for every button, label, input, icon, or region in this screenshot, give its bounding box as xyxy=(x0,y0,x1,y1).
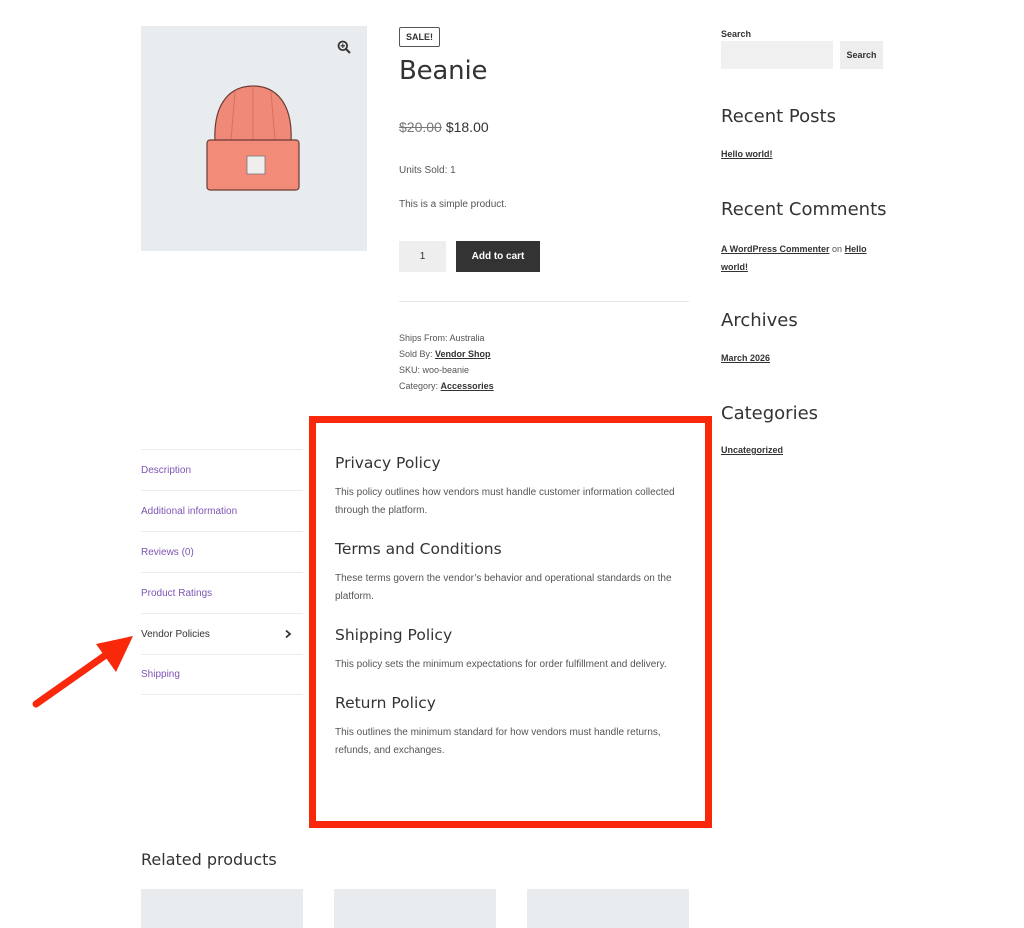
tab-shipping[interactable]: Shipping xyxy=(141,654,303,695)
tab-additional-information[interactable]: Additional information xyxy=(141,490,303,531)
ships-from: Ships From: Australia xyxy=(399,333,485,343)
vendor-policies-panel: Privacy Policy This policy outlines how … xyxy=(335,454,691,760)
price-old: $20.00 xyxy=(399,119,442,135)
sku: SKU: woo-beanie xyxy=(399,365,470,375)
archives-title: Archives xyxy=(721,310,798,331)
return-policy: Return Policy This outlines the minimum … xyxy=(335,694,691,760)
product-tabs: Description Additional information Revie… xyxy=(141,449,303,695)
tab-product-ratings[interactable]: Product Ratings xyxy=(141,572,303,613)
price-new: $18.00 xyxy=(445,119,489,135)
related-products-title: Related products xyxy=(141,850,277,869)
product-title: Beanie xyxy=(399,56,488,86)
category: Category: Accessories xyxy=(399,381,494,391)
product-gallery[interactable] xyxy=(141,26,367,251)
related-product-card[interactable] xyxy=(334,889,496,928)
shipping-policy: Shipping Policy This policy sets the min… xyxy=(335,626,691,674)
vendor-shop-link[interactable]: Vendor Shop xyxy=(435,349,491,359)
add-to-cart-button[interactable]: Add to cart xyxy=(456,241,540,272)
zoom-icon[interactable] xyxy=(337,40,351,54)
tab-description[interactable]: Description xyxy=(141,449,303,490)
search-button[interactable]: Search xyxy=(840,41,883,69)
archive-link[interactable]: March 2026 xyxy=(721,353,770,363)
categories-title: Categories xyxy=(721,403,819,424)
policy-title: Privacy Policy xyxy=(335,454,441,472)
comment-author-link[interactable]: A WordPress Commenter xyxy=(721,244,830,254)
search-label: Search xyxy=(721,29,752,39)
policy-text: This policy outlines how vendors must ha… xyxy=(335,487,675,516)
recent-post-link[interactable]: Hello world! xyxy=(721,149,773,159)
policy-title: Terms and Conditions xyxy=(335,540,502,558)
product-price: $20.00 $18.00 xyxy=(399,119,489,135)
annotation-arrow xyxy=(32,636,133,708)
chevron-right-icon xyxy=(285,629,292,639)
tab-reviews[interactable]: Reviews (0) xyxy=(141,531,303,572)
sold-by: Sold By: Vendor Shop xyxy=(399,349,491,359)
policy-title: Return Policy xyxy=(335,694,436,712)
product-meta: Ships From: Australia Sold By: Vendor Sh… xyxy=(399,330,494,394)
policy-text: This outlines the minimum standard for h… xyxy=(335,727,661,756)
policy-title: Shipping Policy xyxy=(335,626,453,644)
privacy-policy: Privacy Policy This policy outlines how … xyxy=(335,454,691,520)
category-link[interactable]: Accessories xyxy=(441,381,494,391)
recent-comment: A WordPress Commenter on Hello world! xyxy=(721,244,867,272)
policy-text: These terms govern the vendor’s behavior… xyxy=(335,573,672,602)
tab-vendor-policies[interactable]: Vendor Policies xyxy=(141,613,303,654)
related-product-card[interactable] xyxy=(527,889,689,928)
units-sold: Units Sold: 1 xyxy=(399,165,456,176)
beanie-product-image xyxy=(206,85,300,191)
category-uncategorized-link[interactable]: Uncategorized xyxy=(721,445,783,455)
policy-text: This policy sets the minimum expectation… xyxy=(335,659,667,670)
sale-badge: SALE! xyxy=(399,27,440,47)
recent-comments-title: Recent Comments xyxy=(721,199,887,220)
recent-posts-title: Recent Posts xyxy=(721,106,836,127)
quantity-input[interactable] xyxy=(399,241,446,272)
terms-and-conditions: Terms and Conditions These terms govern … xyxy=(335,540,691,606)
search-input[interactable] xyxy=(721,41,833,69)
divider xyxy=(399,301,689,302)
short-description: This is a simple product. xyxy=(399,199,507,210)
related-product-card[interactable] xyxy=(141,889,303,928)
